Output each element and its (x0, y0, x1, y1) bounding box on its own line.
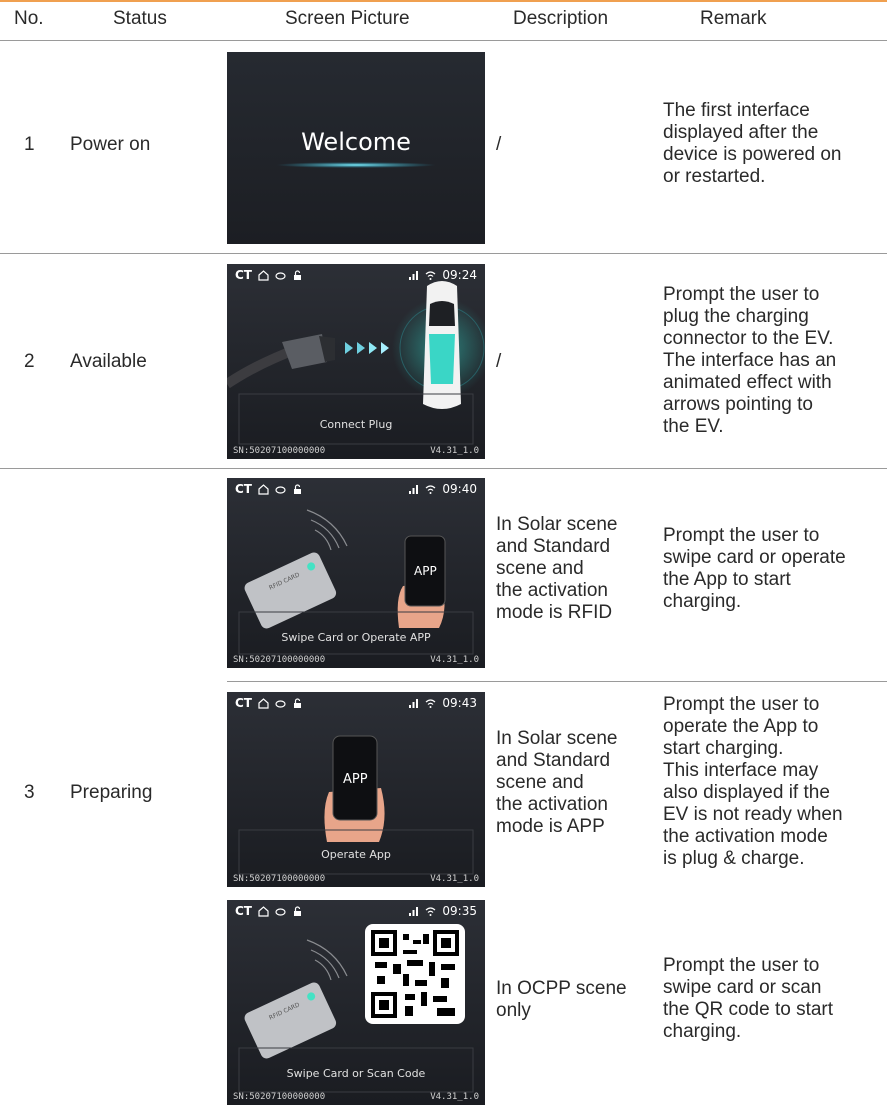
description-line: scene and (496, 558, 584, 579)
welcome-glow (276, 162, 436, 168)
header-no: No. (14, 8, 44, 29)
serial-number: SN:50207100000000 (233, 874, 326, 884)
description-line: mode is APP (496, 816, 605, 837)
remark-line: charging. (663, 591, 742, 612)
remark-line: animated effect with (663, 372, 832, 393)
rfid-card-icon (244, 552, 337, 629)
row-divider (0, 253, 887, 254)
remark-line: This interface may (663, 760, 819, 781)
row-remark: Prompt the user to swipe card or operate… (663, 525, 846, 613)
firmware-version: V4.31_1.0 (430, 446, 479, 456)
description-line: the activation (496, 580, 608, 601)
header-remark: Remark (700, 8, 767, 29)
header-description: Description (513, 8, 609, 29)
remark-line: arrows pointing to (663, 394, 813, 415)
remark-line: plug the charging (663, 306, 809, 327)
firmware-version: V4.31_1.0 (430, 655, 479, 665)
remark-line: Prompt the user to (663, 525, 820, 546)
row-description: / (496, 134, 502, 155)
description-line: only (496, 1000, 531, 1021)
remark-line: charging. (663, 1021, 742, 1042)
remark-line: the EV. (663, 416, 724, 437)
screen-welcome: Welcome (227, 52, 485, 244)
app-label: APP (343, 772, 368, 787)
header-divider (0, 40, 887, 41)
remark-line: also displayed if the (663, 782, 830, 803)
row-status: Preparing (70, 782, 153, 803)
row-remark: Prompt the user to plug the charging con… (663, 284, 836, 438)
remark-line: Prompt the user to (663, 955, 820, 976)
row-description: In Solar scene and Standard scene and th… (496, 514, 617, 624)
screen-operate-app: CT 09:43 APP Operate App SN:502071000000… (227, 692, 485, 887)
serial-number: SN:50207100000000 (233, 446, 326, 456)
row-description: In Solar scene and Standard scene and th… (496, 728, 617, 838)
screen-caption: Operate App (321, 848, 391, 861)
firmware-version: V4.31_1.0 (430, 1092, 479, 1102)
remark-line: the App to start (663, 569, 791, 590)
screen-caption: Connect Plug (319, 418, 393, 431)
screen-caption: Swipe Card or Scan Code (286, 1067, 426, 1080)
row-description: / (496, 351, 502, 372)
description-line: scene and (496, 772, 584, 793)
description-line: and Standard (496, 750, 611, 771)
remark-line: Prompt the user to (663, 694, 820, 715)
top-accent-line (0, 0, 887, 2)
row-status: Available (70, 351, 147, 372)
remark-line: or restarted. (663, 166, 766, 187)
remark-line: is plug & charge. (663, 848, 805, 869)
description-line: the activation (496, 794, 608, 815)
remark-line: The interface has an (663, 350, 837, 371)
serial-number: SN:50207100000000 (233, 655, 326, 665)
header-screen-picture: Screen Picture (285, 8, 410, 29)
remark-line: EV is not ready when (663, 804, 843, 825)
remark-line: the activation mode (663, 826, 828, 847)
description-line: In OCPP scene (496, 978, 627, 999)
row-no: 3 (24, 782, 35, 803)
description-line: and Standard (496, 536, 611, 557)
subrow-divider (227, 681, 887, 682)
header-status: Status (113, 8, 167, 29)
qr-code-icon (365, 924, 465, 1024)
screen-connect-plug: CT 09:24 Connect Plug SN:50207100000000 … (227, 264, 485, 459)
row-remark: Prompt the user to operate the App to st… (663, 694, 843, 870)
remark-line: swipe card or scan (663, 977, 822, 998)
app-label: APP (414, 564, 437, 578)
row-divider (0, 468, 887, 469)
remark-line: connector to the EV. (663, 328, 834, 349)
description-line: In Solar scene (496, 514, 618, 535)
screen-caption: Swipe Card or Operate APP (281, 631, 431, 644)
screen-swipe-or-scan: CT 09:35 RFID CARD Swipe Card or Scan Co… (227, 900, 485, 1105)
description-line: In Solar scene (496, 728, 618, 749)
serial-number: SN:50207100000000 (233, 1092, 326, 1102)
row-status: Power on (70, 134, 151, 155)
row-remark: Prompt the user to swipe card or scan th… (663, 955, 833, 1043)
remark-line: device is powered on (663, 144, 842, 165)
remark-line: swipe card or operate (663, 547, 846, 568)
row-description: In OCPP scene only (496, 978, 627, 1022)
remark-line: the QR code to start (663, 999, 834, 1020)
row-no: 2 (24, 351, 35, 372)
remark-line: operate the App to (663, 716, 819, 737)
row-remark: The first interface displayed after the … (663, 100, 842, 188)
remark-line: The first interface (663, 100, 810, 121)
screen-swipe-or-app: CT 09:40 RFID CARD APP Swipe Card or Ope… (227, 478, 485, 668)
remark-line: displayed after the (663, 122, 819, 143)
description-line: mode is RFID (496, 602, 613, 623)
firmware-version: V4.31_1.0 (430, 874, 479, 884)
remark-line: start charging. (663, 738, 784, 759)
row-no: 1 (24, 134, 35, 155)
remark-line: Prompt the user to (663, 284, 820, 305)
